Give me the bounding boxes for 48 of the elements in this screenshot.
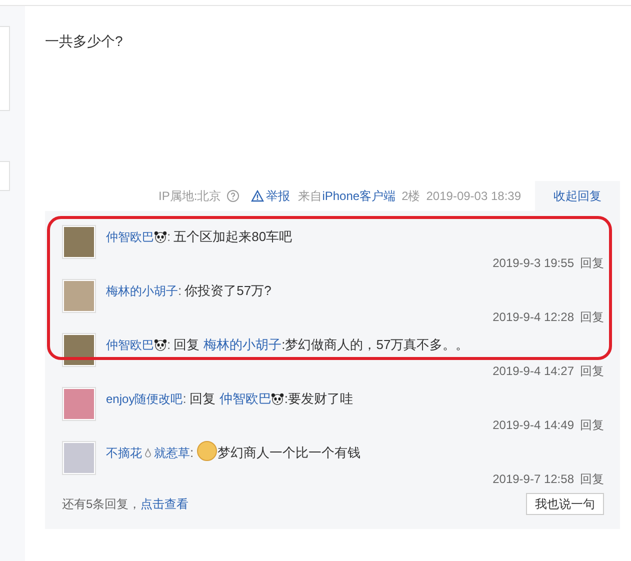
avatar[interactable] <box>62 387 96 421</box>
reply-text: 五个区加起来80车吧 <box>174 228 292 246</box>
username-link[interactable]: 仲智欧巴 <box>106 227 154 247</box>
reply-text: 你投资了57万? <box>184 282 272 300</box>
username-link[interactable]: 梅林的小胡子 <box>204 335 282 355</box>
reply-text: :梦幻做商人的，57万真不多。。 <box>282 336 469 354</box>
colon: : <box>182 390 186 408</box>
avatar[interactable] <box>62 333 96 367</box>
reply-time: 2019-9-7 12:58 <box>492 471 574 488</box>
source-label: 来自 iPhone客户端 <box>298 188 396 205</box>
reply-text: :要发财了哇 <box>284 390 353 408</box>
warning-icon <box>251 190 264 202</box>
username-link[interactable]: 仲智欧巴 <box>219 389 272 409</box>
help-icon[interactable] <box>227 190 240 202</box>
username-link[interactable]: enjoy随便改吧 <box>106 389 183 409</box>
post-text: 一共多少个? <box>45 32 124 51</box>
view-link[interactable]: 点击查看 <box>140 497 189 511</box>
reply-link[interactable]: 回复 <box>580 254 604 272</box>
colon: : <box>178 282 182 300</box>
reply-time: 2019-9-3 19:55 <box>492 255 574 272</box>
reply-link[interactable]: 回复 <box>580 308 604 326</box>
client-link[interactable]: iPhone客户端 <box>322 189 396 203</box>
colon: : <box>190 444 194 462</box>
say-something-button[interactable]: 我也说一句 <box>526 493 604 515</box>
drop-icon <box>144 448 152 458</box>
ip-location: IP属地:北京 <box>158 188 222 205</box>
avatar[interactable] <box>62 225 96 259</box>
colon: : <box>167 336 171 354</box>
more-replies-text: 还有5条回复，点击查看 <box>62 496 189 513</box>
reply-link[interactable]: 回复 <box>580 416 604 434</box>
report-link[interactable]: 举报 <box>251 187 290 205</box>
username-link[interactable]: 不摘花 <box>106 443 142 463</box>
post-time: 2019-09-03 18:39 <box>426 188 521 205</box>
reply-time: 2019-9-4 14:27 <box>492 363 574 380</box>
reply-time: 2019-9-4 12:28 <box>492 309 574 326</box>
avatar[interactable] <box>62 279 96 313</box>
reply-label: 回复 <box>174 336 200 354</box>
reply-text: 梦幻商人一个比一个有钱 <box>218 444 361 462</box>
reply-link[interactable]: 回复 <box>580 470 604 488</box>
reply-link[interactable]: 回复 <box>580 362 604 380</box>
collapse-replies-tab[interactable]: 收起回复 <box>535 181 620 211</box>
username-link[interactable]: 梅林的小胡子 <box>106 281 178 301</box>
username-link[interactable]: 就惹草 <box>154 443 190 463</box>
floor-number: 2楼 <box>402 188 420 205</box>
colon: : <box>167 228 171 246</box>
username-link[interactable]: 仲智欧巴 <box>106 335 154 355</box>
reply-label: 回复 <box>189 390 216 408</box>
reply-time: 2019-9-4 14:49 <box>492 417 574 434</box>
